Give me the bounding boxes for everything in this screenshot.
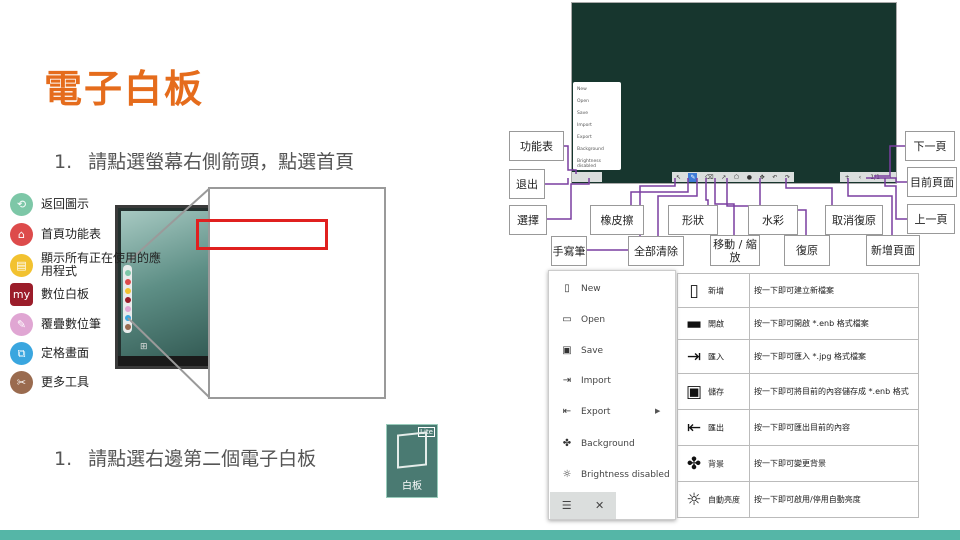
callout-redo: 復原 bbox=[784, 235, 830, 266]
callout-watercolor: 水彩 bbox=[748, 205, 798, 235]
background-icon: ✤ bbox=[562, 438, 572, 449]
callout-next-page: 下一頁 bbox=[905, 131, 955, 161]
brightness-icon: ☼ bbox=[562, 469, 572, 480]
mini-file-menu: New Open Save Import Export Background B… bbox=[573, 82, 621, 170]
callout-exit: 退出 bbox=[509, 169, 545, 199]
toolbar-tools: ↖ ✎ ⌫ ↗ ⬠ ● ✥ ↶ ↷ bbox=[672, 172, 794, 182]
callout-clear-all: 全部清除 bbox=[628, 236, 684, 266]
file-menu-export[interactable]: ⇤ Export bbox=[560, 406, 611, 417]
callout-shape: 形狀 bbox=[668, 205, 718, 235]
callout-select: 選擇 bbox=[509, 205, 547, 235]
step-2-text: 1. 請點選右邊第二個電子白板 bbox=[54, 448, 317, 470]
menu-item-back[interactable]: ⟲ 返回圖示 bbox=[10, 193, 171, 216]
callout-undo: 取消復原 bbox=[825, 205, 883, 235]
menu-item-apps[interactable]: ▤ 顯示所有正在使用的應用程式 bbox=[10, 252, 171, 278]
pen-icon: ✎ bbox=[10, 313, 33, 336]
file-menu-brightness[interactable]: ☼ Brightness disabled bbox=[560, 469, 670, 480]
menu-item-pen[interactable]: ✎ 覆疊數位筆 bbox=[10, 313, 171, 336]
menu-item-myviewboard[interactable]: my 數位白板 bbox=[10, 283, 171, 306]
file-menu-open[interactable]: ▭ Open bbox=[560, 314, 605, 325]
callout-current-page: 目前頁面 bbox=[907, 167, 957, 197]
background-icon: ✤ bbox=[686, 453, 702, 474]
toolbar-left bbox=[572, 172, 602, 182]
file-menu bbox=[548, 270, 676, 520]
callout-eraser: 橡皮擦 bbox=[590, 205, 644, 235]
file-menu-background[interactable]: ✤ Background bbox=[560, 438, 635, 449]
apps-icon: ▤ bbox=[10, 253, 33, 277]
back-icon: ⟲ bbox=[10, 193, 33, 216]
import-icon: ⇥ bbox=[686, 346, 702, 367]
callout-prev-page: 上一頁 bbox=[907, 204, 955, 234]
highlight-box bbox=[196, 219, 328, 250]
file-menu-import[interactable]: ⇥ Import bbox=[560, 375, 611, 386]
menu-item-tools[interactable]: ✂ 更多工具 bbox=[10, 371, 171, 394]
save-icon: ▣ bbox=[685, 381, 703, 402]
new-file-icon: ▯ bbox=[564, 283, 570, 294]
table-row: ▯ 新增 按一下即可建立新檔案 bbox=[677, 273, 919, 308]
new-file-icon: ▯ bbox=[689, 280, 699, 301]
table-row: ▬ 開啟 按一下即可開啟 *.enb 格式檔案 bbox=[677, 307, 919, 340]
step-1-text: 1. 請點選螢幕右側箭頭，點選首頁 bbox=[54, 151, 355, 173]
board-icon bbox=[397, 431, 427, 469]
submenu-arrow-icon: ▶ bbox=[655, 407, 661, 415]
callout-new-page: 新增頁面 bbox=[866, 235, 920, 266]
home-icon: ⌂ bbox=[10, 223, 33, 246]
function-table: ▯ 新增 按一下即可建立新檔案 ▬ 開啟 按一下即可開啟 *.enb 格式檔案 ⇥ 匯… bbox=[677, 273, 919, 518]
callout-move-zoom: 移動 / 縮放 bbox=[710, 235, 760, 266]
tools-icon: ✂ bbox=[10, 371, 33, 394]
export-icon: ⇤ bbox=[562, 406, 572, 417]
myviewboard-icon: my bbox=[10, 283, 33, 306]
brightness-icon: ☼ bbox=[686, 489, 702, 510]
open-folder-icon: ▬ bbox=[685, 313, 703, 334]
save-icon: ▣ bbox=[562, 345, 572, 356]
slide-title: 電子白板 bbox=[44, 67, 205, 111]
menu-item-home[interactable]: ⌂ 首頁功能表 bbox=[10, 223, 171, 246]
toolbar-pages: + ‹ 1/1 › bbox=[840, 172, 896, 182]
callout-handwriting: 手寫筆 bbox=[551, 236, 587, 266]
close-icon[interactable]: ✕ bbox=[595, 499, 604, 512]
file-menu-save[interactable]: ▣ Save bbox=[560, 345, 603, 356]
freeze-icon: ⧉ bbox=[10, 342, 33, 365]
export-icon: ⇤ bbox=[686, 417, 702, 438]
file-menu-new[interactable]: ▯ New bbox=[560, 283, 600, 294]
callout-function-menu: 功能表 bbox=[509, 131, 564, 161]
menu-item-freeze[interactable]: ⧉ 定格畫面 bbox=[10, 342, 171, 365]
table-row: ⇥ 匯入 按一下即可匯入 *.jpg 格式檔案 bbox=[677, 339, 919, 374]
open-folder-icon: ▭ bbox=[562, 314, 572, 325]
table-row: ☼ 自動亮度 按一下即可啟用/停用自動亮度 bbox=[677, 481, 919, 518]
table-row: ✤ 背景 按一下即可變更背景 bbox=[677, 445, 919, 482]
table-row: ▣ 儲存 按一下即可將目前的內容儲存成 *.enb 格式 bbox=[677, 373, 919, 410]
table-row: ⇤ 匯出 按一下即可匯出目前的內容 bbox=[677, 409, 919, 446]
whiteboard-app-icon[interactable]: Lite 白板 bbox=[386, 424, 438, 498]
file-menu-bar: ☰ ✕ bbox=[550, 492, 616, 519]
footer-bar bbox=[0, 530, 960, 540]
import-icon: ⇥ bbox=[562, 375, 572, 386]
menu-icon[interactable]: ☰ bbox=[562, 499, 572, 512]
